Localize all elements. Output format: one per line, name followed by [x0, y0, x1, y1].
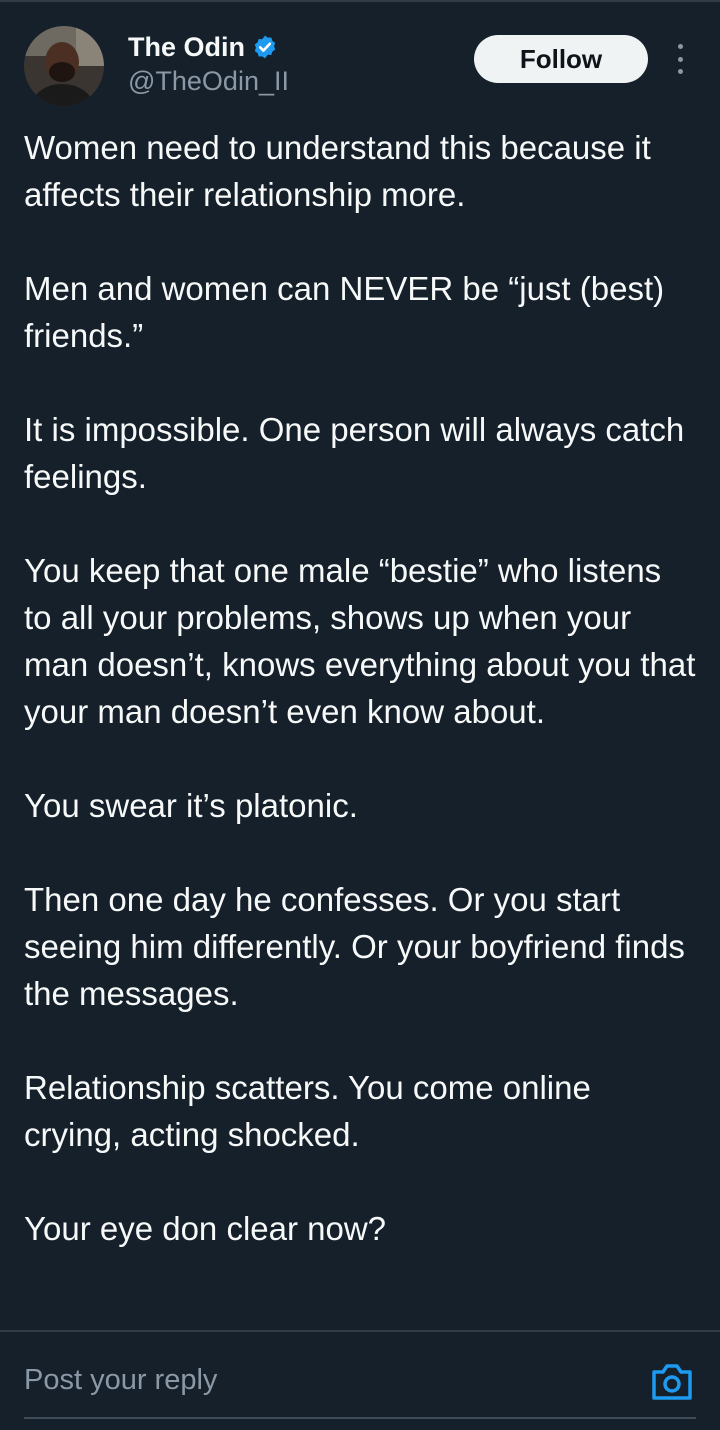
- author-handle[interactable]: @TheOdin_II: [128, 66, 289, 97]
- top-divider: [0, 0, 720, 2]
- tweet-detail-screen: The Odin @TheOdin_II Follow Women need t…: [0, 0, 720, 1430]
- reply-composer: Post your reply: [0, 1330, 720, 1430]
- verified-badge-icon: [254, 35, 276, 59]
- camera-icon[interactable]: [650, 1362, 694, 1402]
- author-info[interactable]: The Odin @TheOdin_II: [128, 30, 289, 97]
- reply-underline: [24, 1417, 696, 1419]
- tweet-paragraph: It is impossible. One person will always…: [24, 411, 685, 495]
- follow-button[interactable]: Follow: [474, 35, 648, 83]
- more-vertical-icon[interactable]: [672, 44, 688, 74]
- tweet-header: The Odin @TheOdin_II Follow: [24, 26, 696, 108]
- tweet-paragraph: Men and women can NEVER be “just (best) …: [24, 270, 665, 354]
- avatar-photo: [24, 26, 104, 106]
- avatar[interactable]: [24, 26, 104, 106]
- tweet-paragraph: Women need to understand this because it…: [24, 129, 651, 213]
- tweet-paragraph: Your eye don clear now?: [24, 1210, 387, 1247]
- tweet-paragraph: You swear it’s platonic.: [24, 787, 358, 824]
- tweet-text: Women need to understand this because it…: [24, 124, 696, 1327]
- tweet-paragraph: Then one day he confesses. Or you start …: [24, 881, 685, 1012]
- author-display-name[interactable]: The Odin: [128, 32, 245, 63]
- tweet-paragraph: Relationship scatters. You come online c…: [24, 1069, 591, 1153]
- reply-input[interactable]: Post your reply: [24, 1358, 624, 1402]
- tweet-paragraph: You keep that one male “bestie” who list…: [24, 552, 696, 730]
